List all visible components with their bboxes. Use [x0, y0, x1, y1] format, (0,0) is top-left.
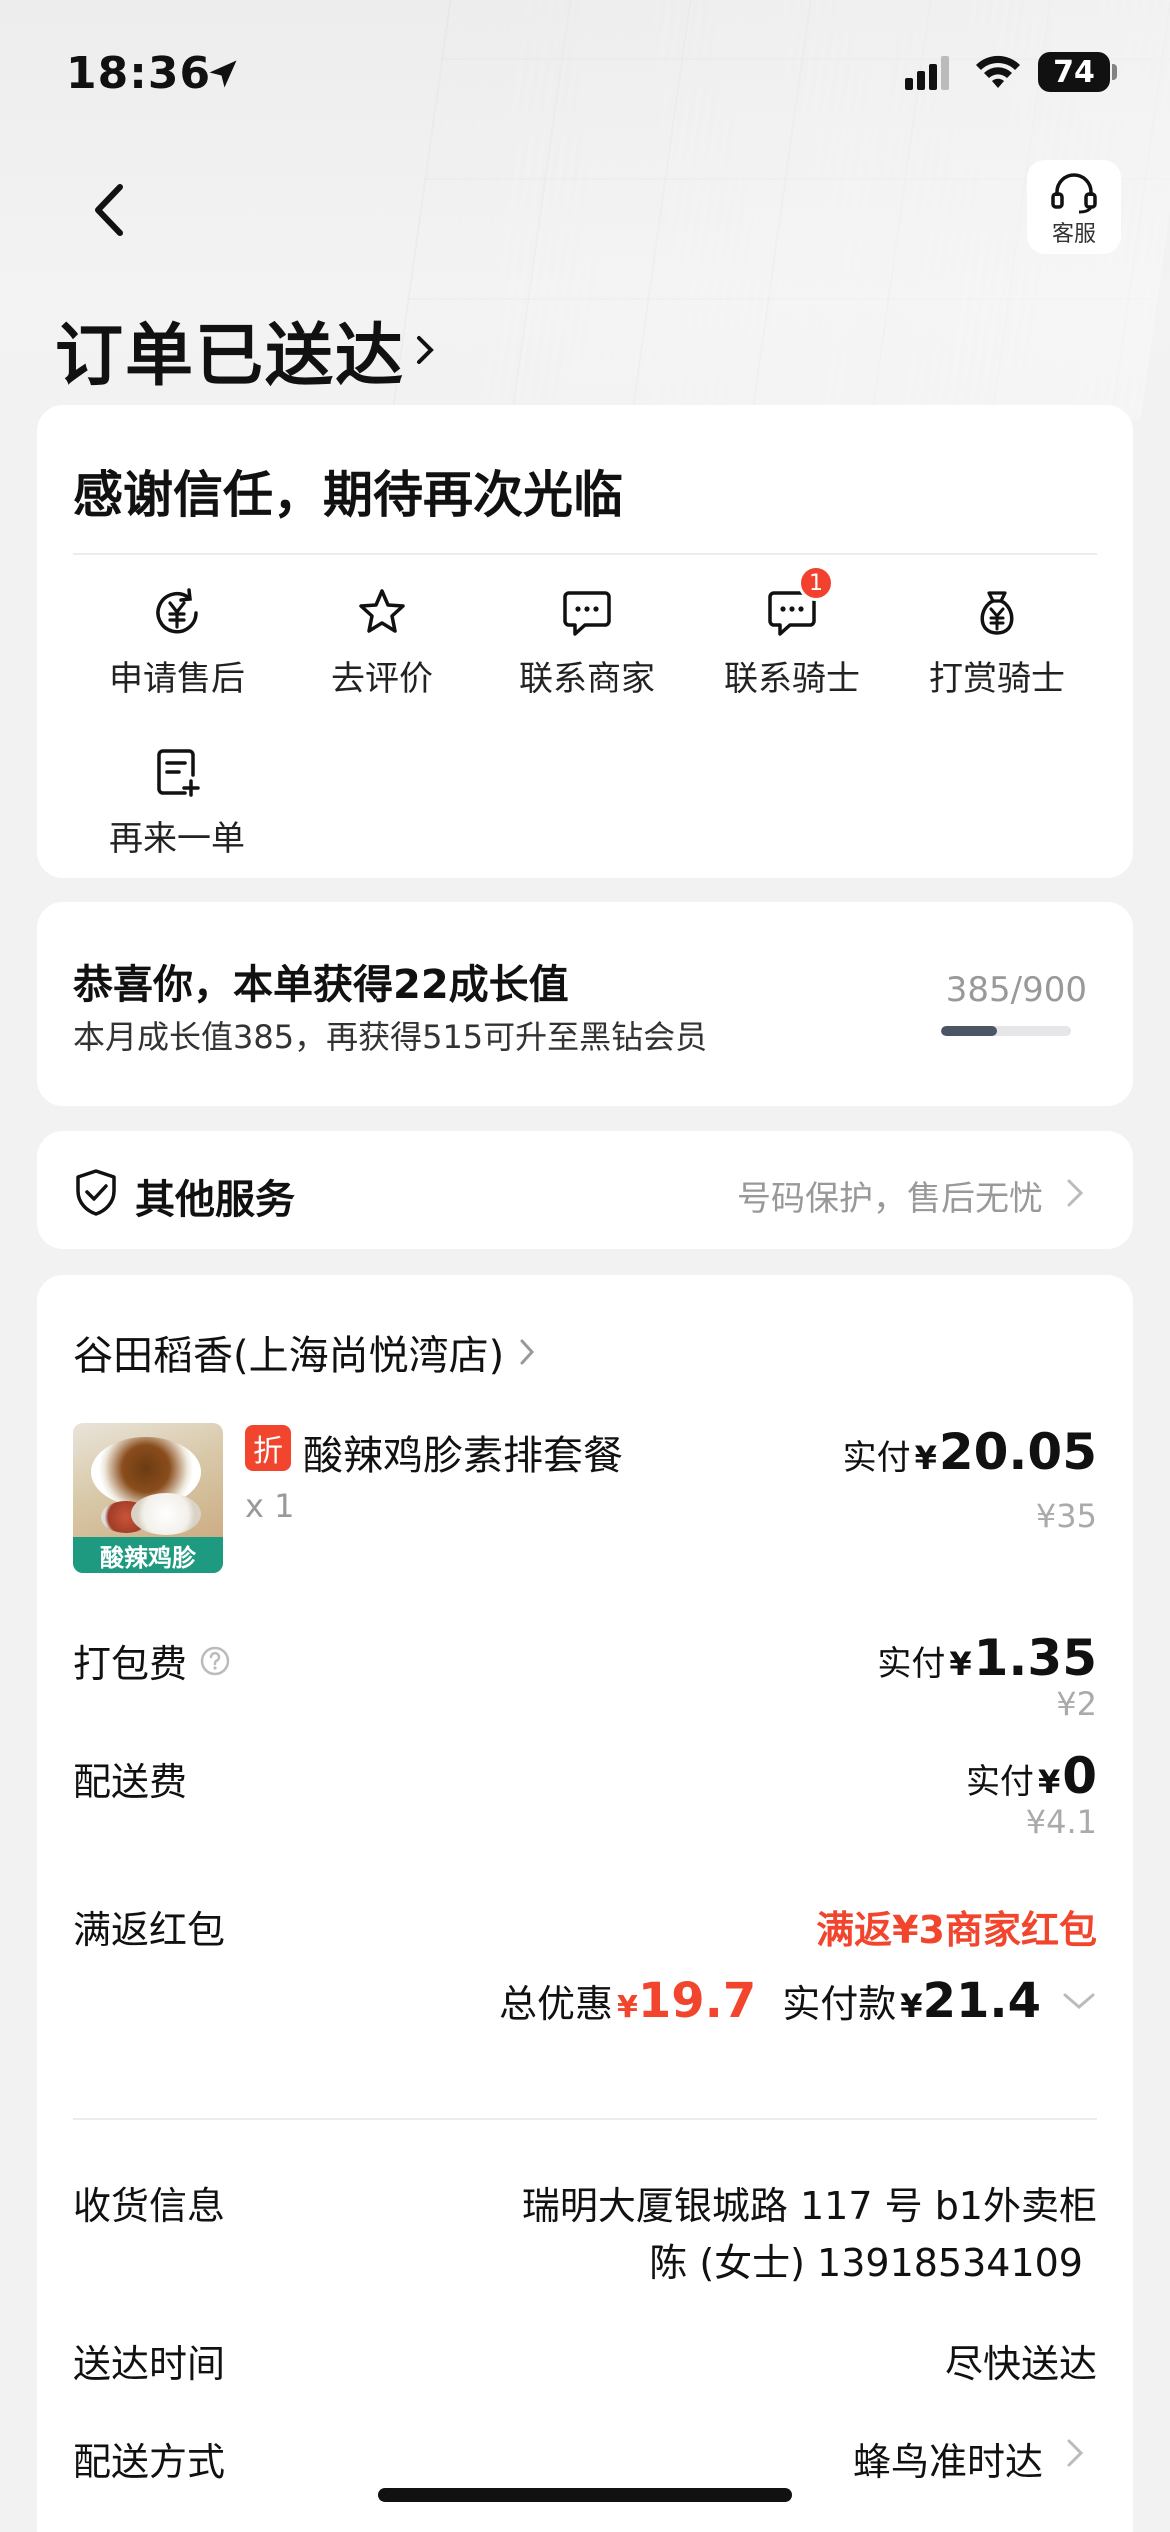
currency-symbol: ¥ — [616, 1990, 638, 2025]
total-paid-amount: 21.4 — [922, 1973, 1041, 2029]
services-title: 其他服务 — [135, 1177, 295, 1223]
packing-fee-row: 打包费 — [73, 1633, 231, 1688]
dish-image-label: 酸辣鸡胗 — [73, 1537, 223, 1573]
delivery-method-label: 配送方式 — [73, 2440, 226, 2484]
order-card: 谷田稻香(上海尚悦湾店) 酸辣鸡胗 折 酸辣鸡胗素排套餐 x 1 实付 ¥ 20… — [37, 1275, 1133, 2532]
currency-symbol: ¥ — [900, 1987, 923, 2025]
delivery-fee-label: 配送费 — [73, 1760, 188, 1804]
paid-label: 实付 — [877, 1644, 946, 1684]
action-review[interactable]: 去评价 — [292, 585, 472, 700]
delivery-method[interactable]: 蜂鸟准时达 — [853, 2431, 1043, 2486]
discount-amount: 19.7 — [637, 1973, 757, 2029]
location-arrow-icon — [209, 60, 237, 88]
order-totals[interactable]: 总优惠 ¥ 19.7 实付款 ¥ 21.4 — [499, 1973, 1097, 2029]
cellular-signal-icon — [905, 56, 949, 90]
shop-name-link[interactable]: 谷田稻香(上海尚悦湾店) — [73, 1323, 536, 1381]
growth-progress-fill — [941, 1026, 997, 1036]
divider — [73, 2118, 1097, 2120]
chat-icon — [563, 591, 611, 636]
battery-indicator: 74 — [1038, 52, 1110, 92]
address-label: 收货信息 — [73, 2184, 226, 2228]
delivery-original-price: ¥4.1 — [1025, 1803, 1097, 1841]
chevron-right-icon — [1067, 2439, 1084, 2467]
chevron-right-icon — [520, 1339, 535, 1365]
money-bag-icon — [980, 591, 1014, 635]
action-label: 联系骑士 — [724, 659, 860, 699]
action-contact-merchant[interactable]: 联系商家 — [497, 585, 677, 700]
red-packet-label: 满返红包 — [73, 1908, 226, 1952]
action-contact-rider[interactable]: 1 联系骑士 — [702, 565, 882, 700]
action-after-sale[interactable]: 申请售后 — [87, 585, 267, 700]
growth-description: 本月成长值385，再获得515可升至黑钻会员 — [73, 1018, 708, 1056]
paid-amount: 0 — [1062, 1747, 1097, 1805]
action-label: 申请售后 — [109, 659, 245, 699]
wifi-icon — [976, 55, 1020, 88]
action-label: 再来一单 — [109, 819, 245, 859]
action-label: 联系商家 — [519, 659, 655, 699]
paid-label: 实付 — [965, 1762, 1034, 1802]
status-bar: 18:36 74 — [0, 0, 1170, 150]
packing-fee-label: 打包费 — [73, 1642, 188, 1686]
discount-label: 总优惠 — [498, 1982, 613, 2026]
delivery-contact: 陈 (女士) 13918534109 — [649, 2241, 1083, 2285]
rice-bowl-graphic — [131, 1493, 201, 1535]
thanks-card: 感谢信任，期待再次光临 申请售后 去评价 联系商家 1 联系骑士 打赏骑士 再来… — [37, 405, 1133, 878]
growth-progress-bar — [941, 1026, 1071, 1036]
services-description: 号码保护，售后无忧 — [737, 1179, 1043, 1219]
question-icon[interactable] — [199, 1645, 231, 1677]
packing-original-price: ¥2 — [1056, 1685, 1097, 1723]
currency-symbol: ¥ — [949, 1645, 972, 1683]
action-reorder[interactable]: 再来一单 — [87, 745, 267, 860]
page-title: 订单已送达 — [55, 317, 406, 396]
customer-service-label: 客服 — [1051, 222, 1096, 247]
action-tip-rider[interactable]: 打赏骑士 — [907, 585, 1087, 700]
red-packet-value: 满返¥3商家红包 — [816, 1908, 1097, 1952]
star-icon — [359, 589, 405, 633]
paid-amount: 1.35 — [973, 1629, 1097, 1687]
paid-amount: 20.05 — [938, 1423, 1097, 1481]
back-button[interactable] — [80, 175, 140, 245]
delivery-time: 尽快送达 — [944, 2342, 1097, 2386]
delivery-address: 瑞明大厦银城路 117 号 b1外卖柜 — [521, 2184, 1097, 2228]
action-label: 打赏骑士 — [929, 659, 1065, 699]
headset-icon — [1051, 173, 1097, 214]
chevron-right-icon — [417, 335, 434, 364]
growth-card[interactable]: 恭喜你，本单获得22成长值 本月成长值385，再获得515可升至黑钻会员 385… — [37, 902, 1133, 1106]
order-status-title[interactable]: 订单已送达 — [55, 300, 437, 399]
chevron-down-icon — [1063, 1993, 1095, 2009]
dish-paid: 实付 ¥ 20.05 — [843, 1423, 1097, 1481]
paid-label: 实付 — [842, 1438, 911, 1478]
chevron-right-icon — [1067, 1179, 1084, 1207]
shield-check-icon — [76, 1169, 116, 1216]
dish-quantity: x 1 — [245, 1487, 295, 1525]
reorder-icon — [157, 749, 200, 797]
dish-original-price: ¥35 — [1035, 1497, 1097, 1535]
growth-count: 385/900 — [945, 970, 1087, 1010]
shop-name: 谷田稻香(上海尚悦湾店) — [73, 1333, 505, 1379]
action-label: 去评价 — [331, 659, 433, 699]
customer-service-button[interactable]: 客服 — [1027, 160, 1121, 254]
refund-icon — [156, 588, 198, 634]
status-time: 18:36 — [66, 48, 212, 99]
other-services-card[interactable]: 其他服务 号码保护，售后无忧 — [37, 1131, 1133, 1249]
unread-badge: 1 — [798, 565, 834, 601]
dish-image[interactable]: 酸辣鸡胗 — [73, 1423, 223, 1573]
packing-paid: 实付 ¥ 1.35 — [877, 1629, 1097, 1687]
battery-cap — [1112, 64, 1117, 80]
home-indicator — [378, 2488, 792, 2502]
thanks-message: 感谢信任，期待再次光临 — [73, 466, 623, 524]
discount-tag: 折 — [245, 1425, 291, 1471]
divider — [73, 553, 1097, 555]
total-paid-label: 实付款 — [782, 1982, 897, 2026]
delivery-paid: 实付 ¥ 0 — [966, 1747, 1097, 1805]
delivery-time-label: 送达时间 — [73, 2342, 226, 2386]
dish-name: 酸辣鸡胗素排套餐 — [303, 1433, 623, 1479]
growth-title: 恭喜你，本单获得22成长值 — [73, 962, 569, 1008]
currency-symbol: ¥ — [1037, 1763, 1061, 1801]
currency-symbol: ¥ — [914, 1439, 937, 1477]
